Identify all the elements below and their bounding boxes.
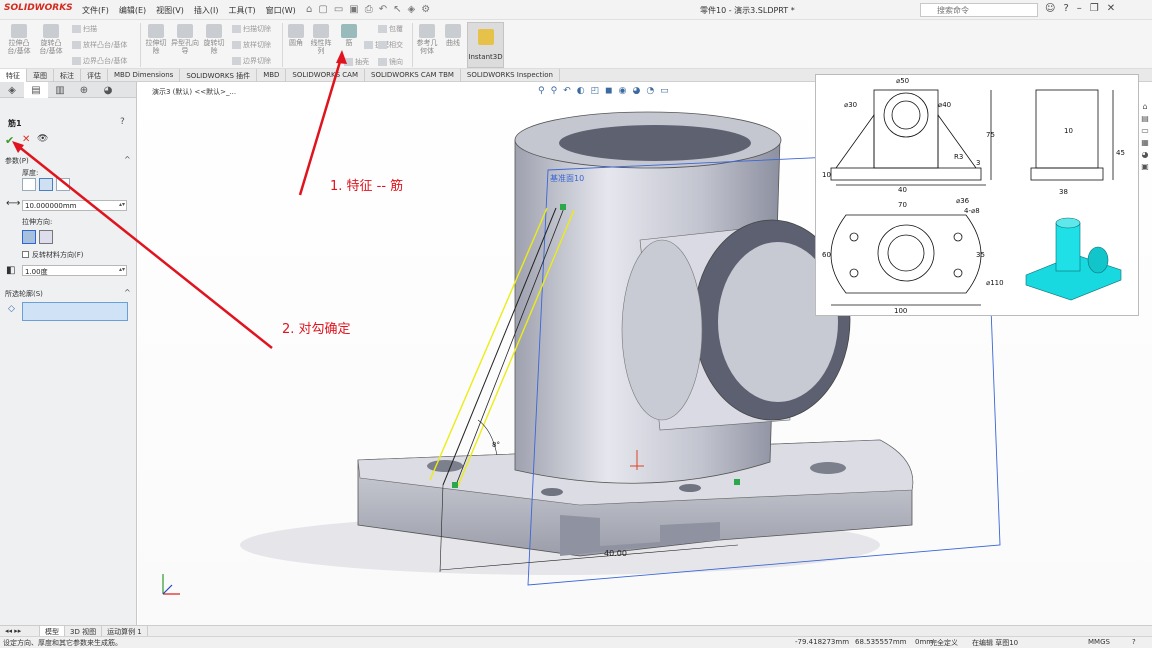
- custom-properties-icon[interactable]: ▣: [1140, 162, 1150, 172]
- status-bar: 设定方向、厚度和其它参数来生成筋。 -79.418273mm 68.535557…: [0, 636, 1152, 648]
- help-icon[interactable]: ?: [1132, 638, 1136, 646]
- arrow-to-rib: [298, 54, 344, 196]
- status-x-coord: -79.418273mm: [795, 638, 850, 646]
- status-hint: 设定方向、厚度和其它参数来生成筋。: [3, 639, 122, 647]
- status-y-coord: 68.535557mm: [855, 638, 907, 646]
- annotation-arrows: [12, 50, 347, 349]
- annotation-step1: 1. 特征 -- 筋: [330, 179, 404, 194]
- status-definition: 完全定义: [930, 639, 958, 647]
- view-palette-icon[interactable]: ▦: [1140, 138, 1150, 148]
- file-explorer-icon[interactable]: ▭: [1140, 126, 1150, 136]
- design-library-icon[interactable]: ▤: [1140, 114, 1150, 124]
- arrowhead: [12, 141, 24, 153]
- appearances-icon[interactable]: ◕: [1140, 150, 1150, 160]
- task-pane: ⌂ ▤ ▭ ▦ ◕ ▣: [1140, 102, 1152, 172]
- status-editing: 在编辑 草图10: [972, 639, 1019, 647]
- arrowhead: [336, 50, 347, 64]
- status-units[interactable]: MMGS: [1088, 638, 1110, 646]
- arrow-to-ok: [17, 145, 273, 349]
- bottom-tabs: ◂◂ ▸▸ 模型 3D 视图 运动算例 1: [0, 625, 1152, 637]
- annotation-step2: 2. 对勾确定: [282, 322, 351, 337]
- resources-icon[interactable]: ⌂: [1140, 102, 1150, 112]
